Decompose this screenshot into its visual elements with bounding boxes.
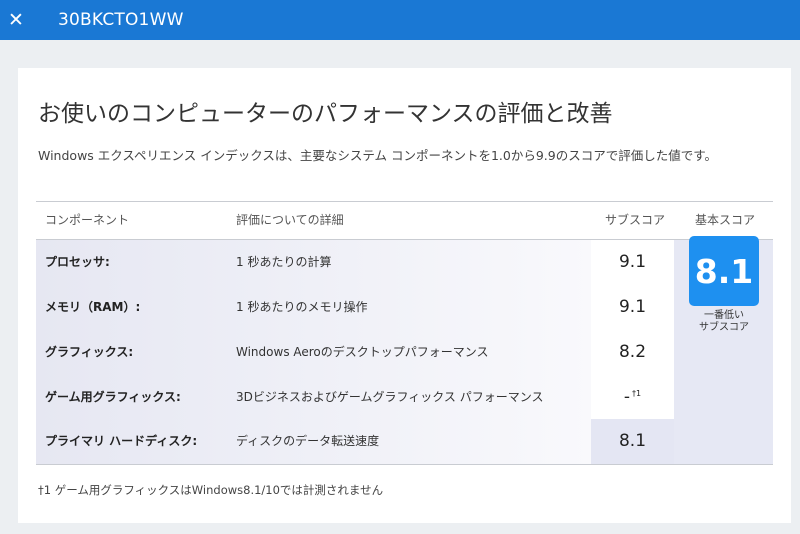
component-detail: 1 秒あたりのメモリ操作 — [236, 300, 368, 314]
footnote-marker: †1 — [632, 389, 642, 398]
header-detail: 評価についての詳細 — [236, 213, 344, 227]
table-bottom-border — [36, 464, 773, 465]
close-icon[interactable]: ✕ — [3, 7, 29, 33]
page-description: Windows エクスペリエンス インデックスは、主要なシステム コンポーネント… — [38, 148, 717, 163]
table-row: ゲーム用グラフィックス: 3Dビジネスおよびゲームグラフィックス パフォーマンス… — [36, 375, 674, 420]
header-component: コンポーネント — [45, 213, 130, 227]
component-subscore: - †1 — [591, 375, 674, 420]
content-card: お使いのコンピューターのパフォーマンスの評価と改善 Windows エクスペリエ… — [18, 68, 791, 523]
component-subscore: 9.1 — [618, 297, 647, 317]
component-subscore: 8.1 — [618, 431, 647, 451]
subscore-value: - — [623, 387, 631, 407]
component-detail: Windows Aeroのデスクトップパフォーマンス — [236, 345, 489, 359]
table-row: メモリ（RAM）: 1 秒あたりのメモリ操作 9.1 — [36, 285, 674, 330]
table-row: プロセッサ: 1 秒あたりの計算 9.1 — [36, 240, 674, 285]
header-basescore: 基本スコア — [695, 213, 756, 227]
component-name: プライマリ ハードディスク: — [45, 434, 198, 448]
base-score-caption: 一番低い サブスコア — [676, 310, 772, 334]
title-bar: ✕ 30BKCTO1WW — [0, 0, 800, 40]
base-caption-line-1: 一番低い — [704, 310, 744, 321]
window-title: 30BKCTO1WW — [58, 10, 184, 30]
table-row: グラフィックス: Windows Aeroのデスクトップパフォーマンス 8.2 — [36, 330, 674, 375]
footnote: †1 ゲーム用グラフィックスはWindows8.1/10では計測されません — [38, 483, 384, 497]
component-subscore: 8.2 — [618, 342, 647, 362]
score-table: コンポーネント 評価についての詳細 サブスコア 基本スコア プロセッサ: 1 秒… — [36, 201, 773, 465]
component-detail: 1 秒あたりの計算 — [236, 255, 332, 269]
component-name: ゲーム用グラフィックス: — [45, 390, 181, 404]
page-title: お使いのコンピューターのパフォーマンスの評価と改善 — [38, 101, 613, 127]
component-subscore: 9.1 — [618, 252, 647, 272]
base-score-badge: 8.1 — [689, 236, 759, 306]
component-detail: 3Dビジネスおよびゲームグラフィックス パフォーマンス — [236, 390, 544, 404]
table-row: プライマリ ハードディスク: ディスクのデータ転送速度 8.1 — [36, 419, 674, 464]
component-name: プロセッサ: — [45, 255, 110, 269]
component-name: メモリ（RAM）: — [45, 300, 141, 314]
base-caption-line-2: サブスコア — [699, 322, 749, 333]
component-detail: ディスクのデータ転送速度 — [236, 434, 380, 448]
component-name: グラフィックス: — [45, 345, 134, 359]
header-subscore: サブスコア — [605, 213, 666, 227]
